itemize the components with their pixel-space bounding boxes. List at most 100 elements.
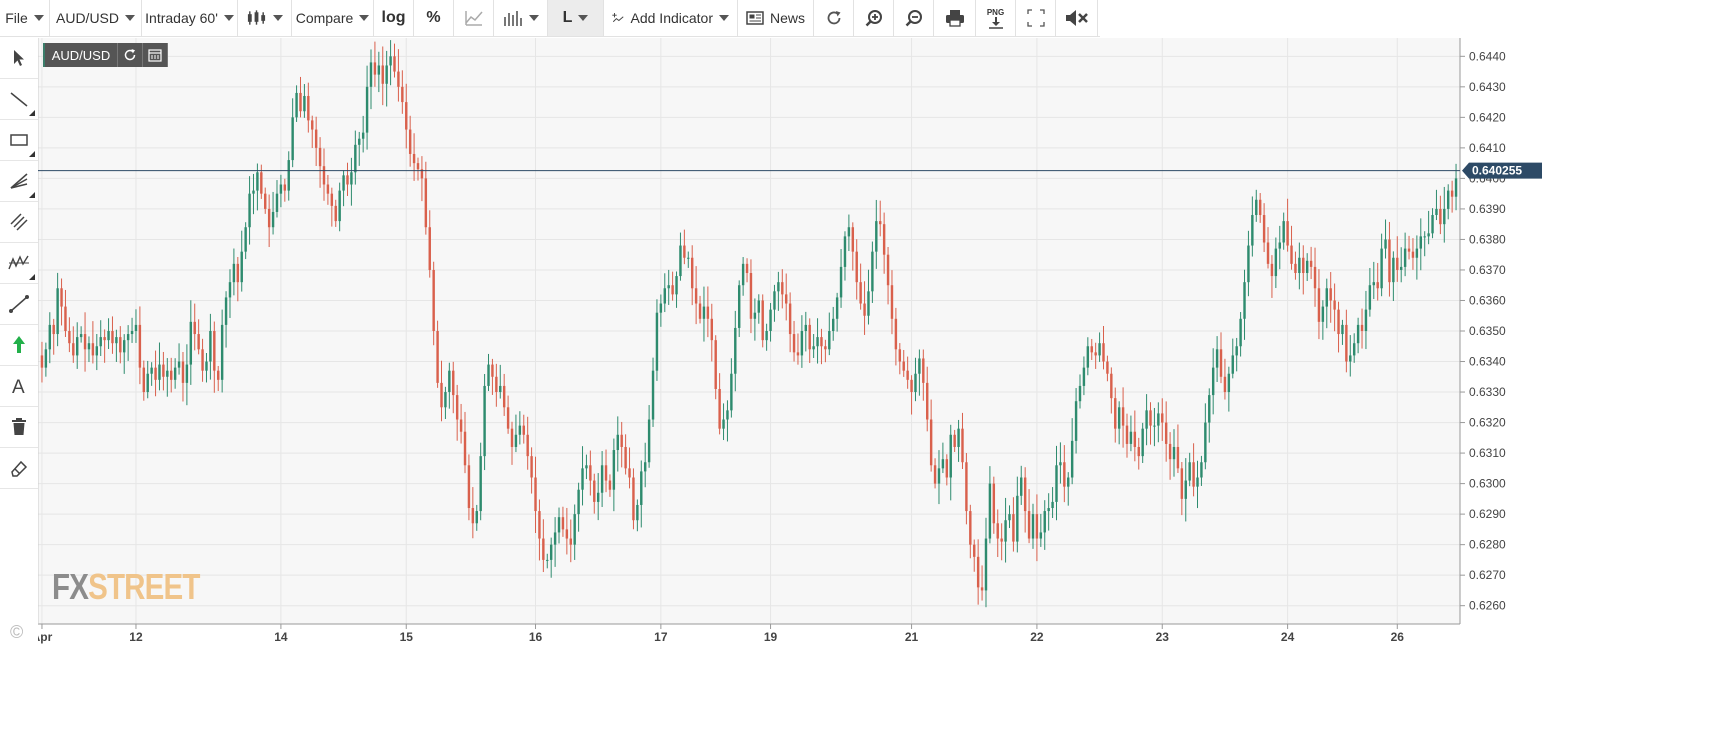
candle-body — [1164, 422, 1168, 444]
y-tick-label: 0.6390 — [1469, 202, 1506, 216]
candle-body — [389, 56, 392, 66]
candle-body — [1317, 288, 1321, 322]
line-style-select[interactable]: L — [548, 0, 604, 36]
candle-body — [969, 511, 972, 545]
candle-body — [851, 227, 855, 252]
candle-body — [561, 517, 565, 530]
candle-body — [757, 300, 761, 313]
candle-body — [647, 419, 651, 463]
percent-label: % — [426, 9, 441, 26]
candle-body — [1215, 349, 1219, 368]
print-button[interactable] — [934, 0, 976, 36]
candle-body — [749, 273, 753, 319]
candle-body — [945, 459, 949, 478]
line-tool[interactable] — [0, 79, 38, 120]
candle-body — [123, 340, 126, 353]
chart-area-icon — [464, 11, 483, 26]
download-png-button[interactable]: PNG — [976, 0, 1016, 36]
candle-body — [1446, 190, 1450, 209]
y-tick-label: 0.6380 — [1469, 232, 1506, 246]
zoom-in-button[interactable] — [854, 0, 894, 36]
candle-body — [518, 425, 522, 435]
candle-body — [1407, 248, 1411, 252]
reload-button[interactable] — [118, 43, 143, 67]
candle-body — [224, 297, 228, 325]
candle-body — [879, 221, 882, 225]
volume-select[interactable] — [494, 0, 548, 36]
y-tick-label: 0.6320 — [1469, 416, 1506, 430]
candle-body — [832, 318, 835, 331]
pattern-tool[interactable] — [0, 243, 38, 284]
copyright-symbol: © — [10, 622, 24, 642]
candle-body — [820, 337, 823, 347]
arrow-tool[interactable] — [0, 325, 38, 366]
y-tick-label: 0.6300 — [1469, 477, 1506, 491]
candle-body — [397, 71, 400, 87]
candle-body — [604, 465, 608, 481]
pointer-tool[interactable] — [0, 38, 38, 79]
text-tool[interactable]: A — [0, 366, 38, 407]
candle-body — [694, 288, 698, 304]
candle-body — [424, 178, 428, 228]
candle-body — [483, 385, 486, 457]
candle-body — [1172, 446, 1176, 460]
eraser-tool[interactable] — [0, 448, 38, 489]
candle-body — [1117, 407, 1121, 429]
file-menu-label: File — [5, 10, 28, 26]
candle-body — [107, 331, 110, 341]
sound-toggle-button[interactable] — [1056, 0, 1098, 36]
price-chart[interactable]: 0.64400.64300.64200.64100.64000.63900.63… — [38, 38, 1578, 658]
ray-tool[interactable] — [0, 284, 38, 325]
candle-body — [279, 184, 283, 194]
file-menu[interactable]: File — [0, 0, 50, 36]
y-tick-label: 0.6270 — [1469, 568, 1506, 582]
candle-body — [510, 428, 514, 447]
x-tick-label: 12 — [129, 630, 143, 644]
candle-body — [1411, 251, 1415, 258]
chart-type-select[interactable] — [238, 0, 292, 36]
chart-header: AUD/USD — [43, 43, 168, 67]
delete-drawings-button[interactable] — [0, 407, 38, 448]
log-scale-button[interactable]: log — [374, 0, 414, 36]
rectangle-tool[interactable] — [0, 120, 38, 161]
fan-tool[interactable] — [0, 161, 38, 202]
percent-scale-button[interactable]: % — [414, 0, 454, 36]
refresh-button[interactable] — [814, 0, 854, 36]
candle-body — [1364, 309, 1368, 331]
chevron-down-icon — [719, 15, 729, 21]
candle-body — [463, 431, 467, 466]
candle-body — [608, 480, 612, 490]
candle-body — [953, 434, 956, 447]
candle-body — [1399, 266, 1403, 270]
candle-body — [1251, 215, 1254, 246]
news-button[interactable]: News — [738, 0, 814, 36]
candle-body — [910, 379, 913, 393]
interval-select[interactable]: Intraday 60' — [142, 0, 238, 36]
zoom-out-button[interactable] — [894, 0, 934, 36]
candle-body — [902, 361, 905, 371]
candle-body — [283, 184, 287, 191]
channel-tool[interactable] — [0, 202, 38, 243]
candle-body — [1274, 248, 1278, 277]
candle-body — [824, 346, 827, 350]
candle-body — [1231, 355, 1234, 374]
chevron-down-icon — [223, 15, 234, 21]
add-indicator-button[interactable]: Add Indicator — [604, 0, 738, 36]
symbol-select[interactable]: AUD/USD — [50, 0, 142, 36]
candle-body — [926, 382, 929, 420]
candle-body — [1102, 343, 1105, 362]
candle-body — [1047, 508, 1050, 512]
candle-body — [303, 95, 306, 112]
candle-body — [1298, 257, 1301, 274]
drawing-overlay-button[interactable] — [454, 0, 494, 36]
candle-body — [706, 306, 710, 319]
calendar-button[interactable] — [143, 43, 168, 67]
zoom-out-icon — [905, 10, 922, 27]
candle-body — [1133, 431, 1137, 447]
fullscreen-button[interactable] — [1016, 0, 1056, 36]
candle-body — [679, 245, 682, 277]
add-indicator-label: Add Indicator — [630, 10, 714, 26]
candle-body — [491, 364, 494, 377]
compare-button[interactable]: Compare — [292, 0, 374, 36]
candle-body — [1039, 532, 1043, 539]
